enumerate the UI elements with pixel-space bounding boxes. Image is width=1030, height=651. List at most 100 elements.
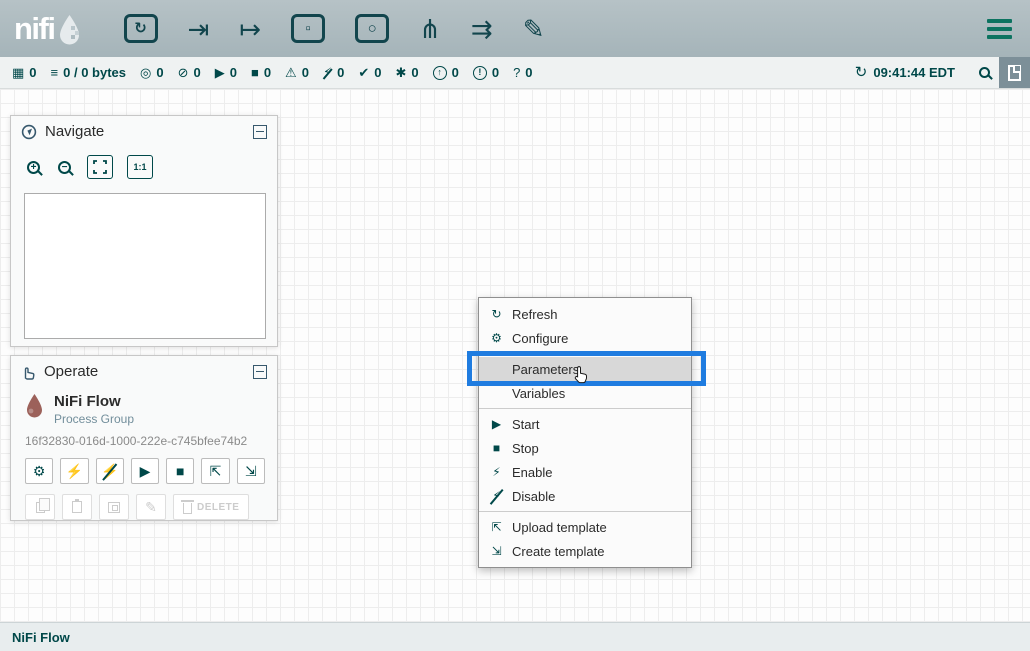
hand-icon [21,364,36,380]
operate-title: Operate [44,363,98,380]
navigate-header: Navigate [11,116,277,145]
status-transmitting: ◎0 [140,65,164,80]
breadcrumb-root[interactable]: NiFi Flow [12,630,70,645]
flow-status-bar: ▦0 ≡0 / 0 bytes ◎0 ⊘0 ▶0 ■0 ⚠0 ⚡0 ✔0 ✱0 … [0,57,1030,89]
create-template-icon: ⇲ [245,464,257,478]
menu-separator [479,353,691,354]
up-to-date-icon: ✔ [358,66,369,79]
selected-component-name: NiFi Flow [54,393,134,410]
refresh-flow-button[interactable]: ↻ 09:41:44 EDT [855,65,955,80]
app-header: nifi ↻ ⇥ ↦ ▫ ○ ⋔ ⇉ ✎ [0,0,1030,57]
refresh-icon: ↻ [489,307,504,321]
process-group-icon[interactable]: ▫ [291,14,325,43]
invalid-icon: ⚠ [285,66,297,79]
upload-template-icon: ⇱ [489,520,504,534]
statusbar-right: ↻ 09:41:44 EDT [855,57,1030,88]
status-up-to-date: ✔0 [358,65,381,80]
lightning-slash-icon: ⚡ [101,464,118,478]
group-button [99,494,129,520]
status-stopped: ■0 [251,65,271,80]
status-sync-failure: ?0 [513,65,532,80]
status-not-transmitting: ⊘0 [178,65,201,80]
search-button[interactable] [969,57,999,88]
delete-button: DELETE [173,494,249,520]
processor-icon[interactable]: ↻ [124,14,158,43]
selected-component: NiFi Flow Process Group [11,385,277,426]
menu-item-create-template[interactable]: ⇲Create template [479,539,691,563]
zoom-out-icon: − [58,161,71,174]
collapse-navigate-button[interactable] [253,125,267,139]
fit-icon [93,160,107,174]
locally-modified-icon: ✱ [395,66,406,79]
zoom-out-button[interactable]: − [56,159,73,176]
navigate-title: Navigate [45,123,104,140]
upload-template-icon: ⇱ [210,464,222,478]
status-total-queued: ≡0 / 0 bytes [51,65,126,80]
birdseye-map[interactable] [24,193,266,339]
copy-button [25,494,55,520]
status-active-threads: ▦0 [12,65,37,80]
menu-item-upload-template[interactable]: ⇱Upload template [479,515,691,539]
status-invalid: ⚠0 [285,65,309,80]
search-icon [979,67,990,78]
label-icon[interactable]: ✎ [523,16,545,42]
stop-button[interactable]: ■ [166,458,194,484]
trash-icon [183,503,192,514]
lightning-icon: ⚡ [489,465,504,479]
operate-palette: Operate NiFi Flow Process Group 16f32830… [10,355,278,521]
output-port-icon[interactable]: ↦ [239,16,261,42]
menu-item-enable[interactable]: ⚡Enable [479,460,691,484]
zoom-in-button[interactable]: + [25,159,42,176]
upload-template-button[interactable]: ⇱ [201,458,229,484]
menu-item-configure[interactable]: ⚙Configure [479,326,691,350]
status-stale: ↑0 [433,65,459,80]
context-menu: ↻Refresh ⚙Configure Parameters Variables… [478,297,692,568]
gear-icon: ⚙ [489,331,504,345]
collapse-operate-button[interactable] [253,365,267,379]
menu-item-variables[interactable]: Variables [479,381,691,405]
operate-primary-buttons: ⚙ ⚡ ⚡ ▶ ■ ⇱ ⇲ [11,456,277,484]
operate-secondary-buttons: ✎ DELETE [11,492,277,520]
nifi-app: nifi ↻ ⇥ ↦ ▫ ○ ⋔ ⇉ ✎ ▦0 ≡0 / 0 bytes ◎0 … [0,0,1030,651]
input-port-icon[interactable]: ⇥ [188,16,210,42]
stop-icon: ■ [489,441,504,455]
nifi-logo: nifi [14,11,82,47]
selected-component-type: Process Group [54,412,134,426]
menu-item-stop[interactable]: ■Stop [479,436,691,460]
paste-icon [72,501,82,513]
queued-icon: ≡ [51,66,59,79]
stopped-icon: ■ [251,66,259,79]
start-button[interactable]: ▶ [131,458,159,484]
create-template-button[interactable]: ⇲ [237,458,265,484]
create-template-icon: ⇲ [489,544,504,558]
zoom-fit-button[interactable] [87,155,113,179]
enable-button[interactable]: ⚡ [60,458,88,484]
delete-label: DELETE [197,502,239,513]
zoom-actual-button[interactable]: 1:1 [127,155,153,179]
menu-item-refresh[interactable]: ↻Refresh [479,302,691,326]
status-running: ▶0 [215,65,237,80]
locally-modified-and-stale-icon: ! [473,66,487,80]
running-icon: ▶ [215,66,225,79]
funnel-icon[interactable]: ⋔ [419,16,441,42]
status-disabled: ⚡0 [323,65,344,80]
not-transmitting-icon: ⊘ [178,66,189,79]
lightning-slash-icon: ⚡ [489,489,504,503]
note-panel-button[interactable] [999,57,1030,88]
global-menu-button[interactable] [987,19,1012,39]
disabled-icon: ⚡ [323,66,332,79]
remote-process-group-icon[interactable]: ○ [355,14,389,43]
stop-icon: ■ [176,464,184,478]
navigate-palette: Navigate + − 1:1 [10,115,278,347]
menu-item-parameters[interactable]: Parameters [479,357,691,381]
menu-item-start[interactable]: ▶Start [479,412,691,436]
operate-header: Operate [11,356,277,385]
menu-item-disable[interactable]: ⚡Disable [479,484,691,508]
active-threads-icon: ▦ [12,66,24,79]
refresh-icon: ↻ [855,65,868,80]
change-color-button: ✎ [136,494,166,520]
template-icon[interactable]: ⇉ [471,16,493,42]
stale-icon: ↑ [433,66,447,80]
configuration-button[interactable]: ⚙ [25,458,53,484]
disable-button[interactable]: ⚡ [96,458,124,484]
